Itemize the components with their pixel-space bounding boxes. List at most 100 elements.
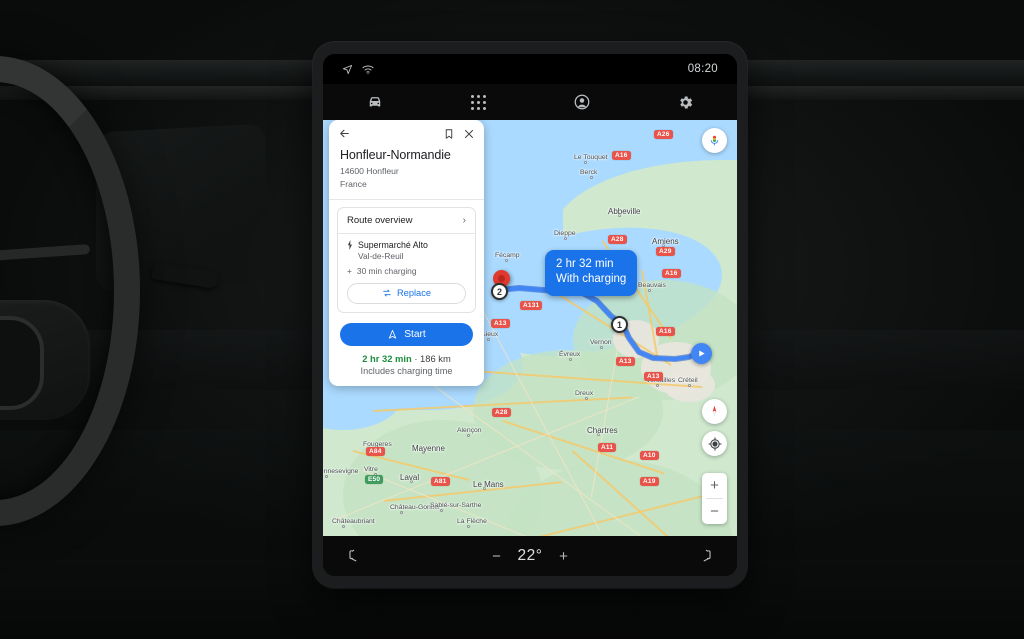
replace-label: Replace	[396, 288, 432, 299]
map-city-label: Sablé-sur-Sarthe	[430, 502, 482, 509]
apps-grid-dots	[470, 94, 486, 110]
map-city-dot	[584, 161, 587, 164]
climate-bar: − 22° +	[323, 536, 737, 576]
map-city-dot	[487, 338, 490, 341]
back-arrow-icon[interactable]	[338, 127, 351, 140]
map-city-label: Le Touquet	[574, 154, 608, 161]
route-overview-label: Route overview	[347, 214, 413, 226]
map-city-dot	[440, 509, 443, 512]
eta-separator: ·	[414, 352, 418, 364]
profile-icon[interactable]	[530, 84, 634, 120]
status-bar: 08:20	[323, 54, 737, 84]
map-road-shield: A16	[662, 269, 681, 279]
close-icon[interactable]	[463, 128, 475, 140]
map-road-shield: A28	[608, 235, 627, 245]
map-city-dot	[505, 259, 508, 262]
map-road-shield: A81	[431, 477, 450, 487]
settings-gear-icon[interactable]	[634, 84, 738, 120]
map-city-dot	[325, 475, 328, 478]
map-zoom-controls[interactable]: + −	[702, 473, 727, 524]
map-road-shield: E50	[365, 475, 384, 485]
wifi-icon	[362, 64, 374, 75]
map-city-label: Dreux	[575, 390, 594, 397]
eta-note: Includes charging time	[360, 365, 453, 376]
temperature-control: − 22° +	[490, 547, 571, 565]
zoom-in-button[interactable]: +	[702, 473, 727, 498]
status-bar-clock: 08:20	[687, 63, 718, 75]
map-road-shield: A29	[656, 247, 675, 257]
lightning-bolt-icon	[347, 239, 353, 250]
temperature-increase-button[interactable]: +	[556, 548, 570, 565]
address-line-2: France	[340, 178, 367, 189]
charging-duration-row: + 30 min charging	[347, 266, 466, 276]
map-city-dot	[564, 237, 567, 240]
head-unit-screen: 08:20 Le Touquet Berck Abbeville Amiens …	[323, 54, 737, 576]
map-view[interactable]: Le Touquet Berck Abbeville Amiens Dieppe Féca…	[323, 120, 737, 536]
recenter-icon[interactable]	[702, 431, 727, 456]
map-road-shield: A131	[520, 301, 543, 311]
charging-duration-label: 30 min charging	[356, 265, 417, 276]
waypoint-marker-1[interactable]: 1	[611, 316, 628, 333]
card-divider	[329, 198, 484, 200]
place-address: 14600 Honfleur France	[329, 165, 484, 199]
map-city-label: Amiens	[652, 237, 679, 246]
car-icon[interactable]	[323, 84, 427, 120]
map-city-label: Fécamp	[495, 252, 520, 259]
chevron-right-icon: ›	[462, 214, 466, 226]
map-city-dot	[688, 384, 691, 387]
map-city-label: Mayenne	[412, 444, 445, 453]
route-duration-bubble[interactable]: 2 hr 32 min With charging	[545, 250, 638, 296]
map-road-shield: A26	[654, 130, 673, 140]
map-city-label: Rennesevigne	[323, 468, 359, 475]
start-label: Start	[404, 328, 426, 340]
address-line-1: 14600 Honfleur	[340, 166, 399, 176]
map-road-shield: A13	[616, 357, 635, 367]
card-header	[329, 120, 484, 147]
map-city-label: Vitre	[364, 466, 378, 473]
driver-seat-heater-icon[interactable]	[345, 548, 362, 565]
start-button[interactable]: Start	[340, 322, 473, 346]
car-interior-scene: 08:20 Le Touquet Berck Abbeville Amiens …	[0, 0, 1024, 639]
microphone-icon[interactable]	[702, 128, 727, 153]
plus-sign-icon: +	[347, 265, 352, 276]
route-bubble-duration: 2 hr 32 min	[556, 258, 614, 270]
map-road-shield: A19	[640, 477, 659, 487]
eta-summary: 2 hr 32 min · 186 km	[329, 353, 484, 364]
map-road-shield: A16	[612, 151, 631, 161]
zoom-out-button[interactable]: −	[702, 499, 727, 524]
passenger-seat-heater-icon[interactable]	[698, 548, 715, 565]
swap-icon	[382, 288, 392, 298]
charging-stop-block: Supermarché Alto Val-de-Reuil + 30 min c…	[338, 234, 475, 312]
map-city-label: Vernon	[590, 339, 612, 346]
eta-duration: 2 hr 32 min	[362, 352, 412, 364]
map-city-label: Châteaubriant	[332, 518, 375, 525]
steering-wheel-hub	[0, 300, 90, 420]
temperature-value: 22°	[517, 547, 543, 564]
map-city-dot	[585, 397, 588, 400]
replace-button[interactable]: Replace	[347, 282, 466, 304]
map-city-dot	[467, 525, 470, 528]
map-city-dot	[656, 384, 659, 387]
map-road-shield: A11	[598, 443, 617, 453]
map-city-label: Dieppe	[554, 230, 576, 237]
charging-stop-name: Supermarché Alto	[358, 239, 428, 250]
navigation-arrow-icon	[342, 64, 353, 75]
route-overview-button[interactable]: Route overview ›	[338, 208, 475, 233]
navigation-arrow-icon	[387, 329, 398, 340]
map-city-label: Chartres	[587, 426, 618, 435]
compass-icon[interactable]	[702, 399, 727, 424]
map-road-shield: A84	[366, 447, 385, 457]
map-city-label: Le Mans	[473, 480, 504, 489]
app-nav-bar	[323, 84, 737, 120]
waypoint-marker-2[interactable]: 2	[491, 283, 508, 300]
apps-grid-icon[interactable]	[427, 84, 531, 120]
map-city-dot	[467, 434, 470, 437]
origin-location-marker[interactable]	[691, 343, 712, 364]
map-city-label: Évreux	[559, 351, 581, 358]
map-city-dot	[342, 525, 345, 528]
bookmark-icon[interactable]	[443, 128, 455, 140]
map-city-label: Laval	[400, 473, 420, 482]
map-city-label: La Flèche	[457, 518, 487, 525]
map-city-dot	[600, 346, 603, 349]
temperature-decrease-button[interactable]: −	[490, 548, 504, 565]
